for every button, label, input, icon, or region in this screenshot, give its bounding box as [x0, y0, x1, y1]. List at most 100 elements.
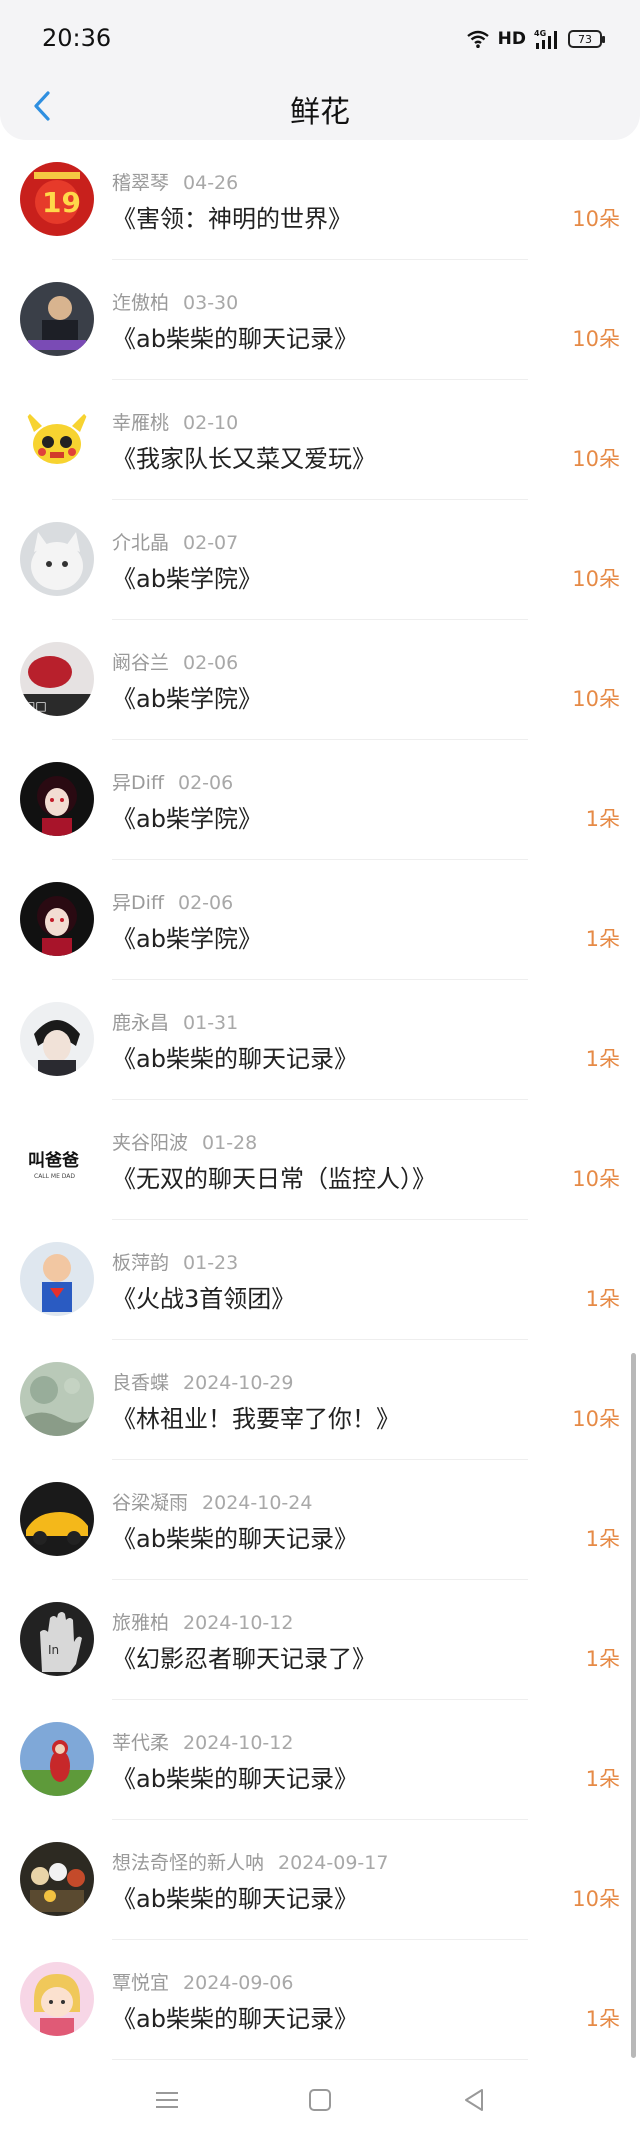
book-title[interactable]: 《ab柴柴的聊天记录》 — [112, 1519, 358, 1554]
user-name: 稽翠琴 — [112, 172, 170, 194]
user-name: 异Diff — [112, 892, 164, 914]
flower-count: 1朵 — [585, 927, 620, 951]
user-name: 幸雁桃 — [112, 412, 170, 434]
item-meta: 鹿永昌 01-31 — [112, 1008, 238, 1035]
flower-count: 1朵 — [585, 1767, 620, 1791]
svg-text:□□: □□ — [24, 699, 47, 713]
book-title[interactable]: 《ab柴柴的聊天记录》 — [112, 319, 358, 354]
gift-date: 01-23 — [183, 1252, 239, 1274]
menu-icon[interactable] — [154, 2087, 180, 2113]
book-title[interactable]: 《ab柴柴的聊天记录》 — [112, 1039, 358, 1074]
book-title[interactable]: 《林祖业！我要宰了你！》 — [112, 1399, 400, 1434]
flower-count: 10朵 — [572, 447, 620, 471]
item-meta: 覃悦宜 2024-09-06 — [112, 1968, 293, 1995]
item-meta: 阚谷兰 02-06 — [112, 648, 238, 675]
home-square-icon[interactable] — [307, 2087, 333, 2113]
user-name: 莘代柔 — [112, 1732, 170, 1754]
avatar[interactable] — [20, 762, 94, 836]
list-item[interactable]: 19 稽翠琴 04-26 《害领：神明的世界》 10朵 — [0, 140, 640, 260]
avatar[interactable]: 19 — [20, 162, 94, 236]
item-meta: 想法奇怪的新人呐 2024-09-17 — [112, 1848, 388, 1875]
battery-indicator: 73 — [568, 30, 605, 48]
list-item[interactable]: 叫爸爸 CALL ME DAD 夹谷阳波 01-28 《无双的聊天日常（监控人）》 10朵 — [0, 1100, 640, 1220]
avatar-text: 叫爸爸 — [28, 1150, 79, 1171]
flower-count: 10朵 — [572, 687, 620, 711]
avatar[interactable] — [20, 1722, 94, 1796]
avatar[interactable]: 叫爸爸 CALL ME DAD — [20, 1122, 94, 1196]
svg-text:19: 19 — [42, 186, 81, 219]
list-item[interactable]: 异Diff 02-06 《ab柴学院》 1朵 — [0, 860, 640, 980]
network-label: HD — [497, 29, 526, 49]
avatar[interactable] — [20, 1242, 94, 1316]
avatar[interactable] — [20, 1962, 94, 2036]
item-meta: 谷梁凝雨 2024-10-24 — [112, 1488, 312, 1515]
list-item[interactable]: 介北晶 02-07 《ab柴学院》 10朵 — [0, 500, 640, 620]
user-name: 覃悦宜 — [112, 1972, 170, 1994]
book-title[interactable]: 《ab柴学院》 — [112, 919, 262, 954]
book-title[interactable]: 《害领：神明的世界》 — [112, 199, 352, 234]
avatar[interactable] — [20, 522, 94, 596]
gift-date: 02-06 — [178, 772, 234, 794]
avatar[interactable] — [20, 1362, 94, 1436]
book-title[interactable]: 《ab柴柴的聊天记录》 — [112, 1759, 358, 1794]
item-meta: 夹谷阳波 01-28 — [112, 1128, 257, 1155]
list-item[interactable]: 板萍韵 01-23 《火战3首领团》 1朵 — [0, 1220, 640, 1340]
list-item[interactable]: 良香蝶 2024-10-29 《林祖业！我要宰了你！》 10朵 — [0, 1340, 640, 1460]
gift-date: 2024-10-24 — [202, 1492, 313, 1514]
signal-icon: 4G — [534, 29, 557, 49]
avatar[interactable]: In — [20, 1602, 94, 1676]
avatar[interactable] — [20, 282, 94, 356]
navigation-bar: 鲜花 — [0, 78, 640, 140]
item-meta: 迮傲柏 03-30 — [112, 288, 238, 315]
gift-date: 2024-10-12 — [183, 1732, 294, 1754]
list-item[interactable]: □□ 阚谷兰 02-06 《ab柴学院》 10朵 — [0, 620, 640, 740]
list-item[interactable]: In 旅雅柏 2024-10-12 《幻影忍者聊天记录了》 1朵 — [0, 1580, 640, 1700]
gift-date: 2024-10-29 — [183, 1372, 294, 1394]
avatar[interactable] — [20, 1842, 94, 1916]
book-title[interactable]: 《无双的聊天日常（监控人）》 — [112, 1159, 436, 1194]
system-navigation-bar — [0, 2063, 640, 2133]
book-title[interactable]: 《我家队长又菜又爱玩》 — [112, 439, 376, 474]
book-title[interactable]: 《火战3首领团》 — [112, 1279, 295, 1314]
gift-date: 01-28 — [202, 1132, 258, 1154]
book-title[interactable]: 《ab柴柴的聊天记录》 — [112, 1999, 358, 2034]
flower-count: 1朵 — [585, 1527, 620, 1551]
list-item[interactable]: 幸雁桃 02-10 《我家队长又菜又爱玩》 10朵 — [0, 380, 640, 500]
item-meta: 异Diff 02-06 — [112, 888, 233, 915]
flower-count: 10朵 — [572, 1887, 620, 1911]
list-item[interactable]: 异Diff 02-06 《ab柴学院》 1朵 — [0, 740, 640, 860]
avatar[interactable] — [20, 1002, 94, 1076]
avatar[interactable] — [20, 1482, 94, 1556]
flower-count: 10朵 — [572, 567, 620, 591]
avatar[interactable] — [20, 882, 94, 956]
item-meta: 幸雁桃 02-10 — [112, 408, 238, 435]
flower-list: 19 稽翠琴 04-26 《害领：神明的世界》 10朵 迮傲柏 03-30 《ab柴柴的聊天记… — [0, 140, 640, 2060]
flower-count: 1朵 — [585, 1047, 620, 1071]
avatar[interactable]: □□ — [20, 642, 94, 716]
item-meta: 板萍韵 01-23 — [112, 1248, 238, 1275]
book-title[interactable]: 《ab柴学院》 — [112, 679, 262, 714]
list-item[interactable]: 莘代柔 2024-10-12 《ab柴柴的聊天记录》 1朵 — [0, 1700, 640, 1820]
item-meta: 旅雅柏 2024-10-12 — [112, 1608, 293, 1635]
book-title[interactable]: 《ab柴学院》 — [112, 799, 262, 834]
svg-text:In: In — [48, 1643, 59, 1657]
book-title[interactable]: 《ab柴学院》 — [112, 559, 262, 594]
page-title: 鲜花 — [290, 95, 350, 130]
list-item[interactable]: 鹿永昌 01-31 《ab柴柴的聊天记录》 1朵 — [0, 980, 640, 1100]
book-title[interactable]: 《幻影忍者聊天记录了》 — [112, 1639, 376, 1674]
list-item[interactable]: 想法奇怪的新人呐 2024-09-17 《ab柴柴的聊天记录》 10朵 — [0, 1820, 640, 1940]
item-meta: 莘代柔 2024-10-12 — [112, 1728, 293, 1755]
gift-date: 04-26 — [183, 172, 239, 194]
list-item[interactable]: 迮傲柏 03-30 《ab柴柴的聊天记录》 10朵 — [0, 260, 640, 380]
book-title[interactable]: 《ab柴柴的聊天记录》 — [112, 1879, 358, 1914]
list-item[interactable]: 谷梁凝雨 2024-10-24 《ab柴柴的聊天记录》 1朵 — [0, 1460, 640, 1580]
scrollbar[interactable] — [631, 1353, 636, 2058]
status-bar: 20:36 HD 4G 73 — [0, 0, 640, 78]
flower-count: 10朵 — [572, 1407, 620, 1431]
avatar[interactable] — [20, 402, 94, 476]
list-item[interactable]: 覃悦宜 2024-09-06 《ab柴柴的聊天记录》 1朵 — [0, 1940, 640, 2060]
back-triangle-icon[interactable] — [461, 2087, 487, 2113]
flower-count: 1朵 — [585, 807, 620, 831]
gift-date: 03-30 — [183, 292, 239, 314]
status-time: 20:36 — [42, 24, 112, 52]
